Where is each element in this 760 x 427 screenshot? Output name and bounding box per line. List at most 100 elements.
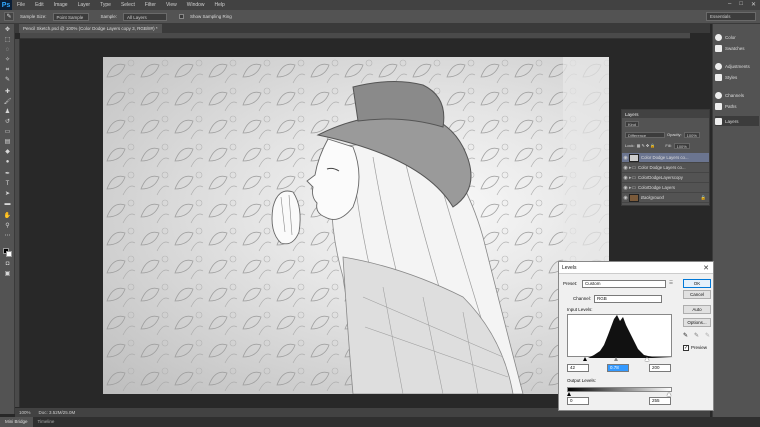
layer-name: Background <box>641 195 664 200</box>
blend-mode-select[interactable]: Difference <box>625 131 665 138</box>
gray-eyedropper-icon[interactable]: ✎ <box>694 332 699 339</box>
background-color-swatch[interactable] <box>6 251 12 257</box>
layer-row[interactable]: ◉ ▸▭ ColorDodgeLayerscopy <box>622 173 709 183</box>
pen-tool-icon[interactable]: ✒ <box>3 170 12 178</box>
type-tool-icon[interactable]: T <box>3 180 12 188</box>
lock-icons[interactable]: ▦ ✎ ✥ 🔒 <box>637 143 656 148</box>
menu-edit[interactable]: Edit <box>30 2 49 8</box>
input-gamma-field[interactable]: 0.78 <box>607 364 629 372</box>
preset-options-icon[interactable]: ☰ <box>669 280 673 286</box>
menu-layer[interactable]: Layer <box>73 2 96 8</box>
extra-tools-icon[interactable]: ⋯ <box>3 232 12 240</box>
white-eyedropper-icon[interactable]: ✎ <box>705 332 710 339</box>
zoom-level[interactable]: 100% <box>19 410 31 415</box>
layer-row[interactable]: ◉ ▸▭ ColorDodge Layers <box>622 183 709 193</box>
panel-layers[interactable]: Layers <box>715 116 759 126</box>
screen-mode-icon[interactable]: ▣ <box>3 270 12 278</box>
auto-button[interactable]: Auto <box>683 305 711 314</box>
menu-image[interactable]: Image <box>49 2 73 8</box>
quick-mask-icon[interactable]: ◘ <box>3 260 12 268</box>
layer-row[interactable]: ◉ Background 🔒 <box>622 193 709 203</box>
sample-select[interactable]: All Layers <box>123 12 168 21</box>
eraser-tool-icon[interactable]: ▭ <box>3 128 12 136</box>
document-tab[interactable]: Pencil Sketch.psd @ 100% (Color Dodge La… <box>19 24 162 33</box>
close-button[interactable]: ✕ <box>751 1 756 8</box>
panel-swatches[interactable]: Swatches <box>715 43 759 53</box>
shape-tool-icon[interactable]: ▬ <box>3 200 12 208</box>
zoom-tool-icon[interactable]: ⚲ <box>3 222 12 230</box>
eye-icon[interactable]: ◉ <box>622 155 629 161</box>
panel-paths-label: Paths <box>725 103 737 109</box>
tab-timeline[interactable]: Timeline <box>33 417 60 427</box>
menu-file[interactable]: File <box>12 2 30 8</box>
menu-view[interactable]: View <box>161 2 182 8</box>
dodge-tool-icon[interactable]: ● <box>3 158 12 166</box>
hand-tool-icon[interactable]: ✋ <box>3 212 12 220</box>
menu-type[interactable]: Type <box>95 2 116 8</box>
menu-bar: Ps File Edit Image Layer Type Select Fil… <box>0 0 760 10</box>
preview-checkbox[interactable]: ✓ <box>683 345 689 351</box>
layers-panel-title[interactable]: Layers <box>625 112 639 117</box>
clone-stamp-tool-icon[interactable]: ♟ <box>3 108 12 116</box>
fill-input[interactable]: 100% <box>673 142 690 149</box>
workspace-select[interactable]: Essentials <box>706 12 756 21</box>
options-button[interactable]: Options... <box>683 318 711 327</box>
history-brush-tool-icon[interactable]: ↺ <box>3 118 12 126</box>
cancel-button[interactable]: Cancel <box>683 290 711 299</box>
output-white-field[interactable]: 255 <box>649 397 671 405</box>
menu-filter[interactable]: Filter <box>140 2 161 8</box>
eyedropper-icon[interactable]: ✎ <box>4 12 14 21</box>
output-white-slider[interactable] <box>667 392 671 396</box>
lasso-tool-icon[interactable]: ◌ <box>3 46 12 54</box>
brush-tool-icon[interactable]: 🖌 <box>3 98 12 106</box>
output-black-field[interactable]: 0 <box>567 397 589 405</box>
show-sampling-ring-checkbox[interactable] <box>179 14 185 19</box>
preview-label: Preview <box>691 345 708 350</box>
blur-tool-icon[interactable]: ◆ <box>3 148 12 156</box>
close-icon[interactable]: ✕ <box>703 264 709 272</box>
marquee-tool-icon[interactable]: ⬚ <box>3 36 12 44</box>
panel-adjustments[interactable]: Adjustments <box>715 61 759 71</box>
ok-button[interactable]: OK <box>683 279 711 288</box>
preset-select[interactable]: Custom <box>582 280 666 288</box>
eye-icon[interactable]: ◉ <box>622 185 629 191</box>
channel-select[interactable]: RGB <box>594 295 662 303</box>
eye-icon[interactable]: ◉ <box>622 165 629 171</box>
window-controls: – □ ✕ <box>728 1 756 8</box>
layer-row[interactable]: ◉ Color Dodge Layers co... <box>622 153 709 163</box>
menu-select[interactable]: Select <box>116 2 140 8</box>
sample-size-select[interactable]: Point Sample <box>52 12 89 21</box>
input-white-slider[interactable] <box>645 357 649 361</box>
tab-mini-bridge[interactable]: Mini Bridge <box>0 417 33 427</box>
input-black-slider[interactable] <box>583 357 587 361</box>
black-eyedropper-icon[interactable]: ✎ <box>683 332 688 339</box>
canvas-image[interactable] <box>103 57 609 394</box>
panel-channels[interactable]: Channels <box>715 90 759 100</box>
input-gamma-slider[interactable] <box>614 357 618 361</box>
menu-help[interactable]: Help <box>210 2 230 8</box>
panel-strip: Color Swatches Adjustments Styles Channe… <box>712 24 760 417</box>
eyedropper-tool-icon[interactable]: ✎ <box>3 76 12 84</box>
menu-window[interactable]: Window <box>182 2 210 8</box>
output-black-slider[interactable] <box>567 392 571 396</box>
eye-icon[interactable]: ◉ <box>622 195 629 201</box>
gradient-tool-icon[interactable]: ▤ <box>3 138 12 146</box>
adjustments-icon <box>715 62 722 70</box>
input-black-field[interactable]: 42 <box>567 364 589 372</box>
quick-select-tool-icon[interactable]: ✧ <box>3 56 12 64</box>
kind-filter-select[interactable]: Kind <box>625 120 640 127</box>
healing-brush-tool-icon[interactable]: ✚ <box>3 88 12 96</box>
panel-swatches-label: Swatches <box>725 45 745 51</box>
panel-paths[interactable]: Paths <box>715 101 759 111</box>
opacity-input[interactable]: 100% <box>683 131 700 138</box>
maximize-button[interactable]: □ <box>739 1 743 8</box>
panel-color[interactable]: Color <box>715 32 759 42</box>
input-white-field[interactable]: 200 <box>649 364 671 372</box>
panel-styles[interactable]: Styles <box>715 72 759 82</box>
minimize-button[interactable]: – <box>728 1 731 8</box>
eye-icon[interactable]: ◉ <box>622 175 629 181</box>
crop-tool-icon[interactable]: ⌗ <box>3 66 12 74</box>
layer-row[interactable]: ◉ ▸▭ Color Dodge Layers co... <box>622 163 709 173</box>
move-tool-icon[interactable]: ✥ <box>3 26 12 34</box>
path-select-tool-icon[interactable]: ➤ <box>3 190 12 198</box>
